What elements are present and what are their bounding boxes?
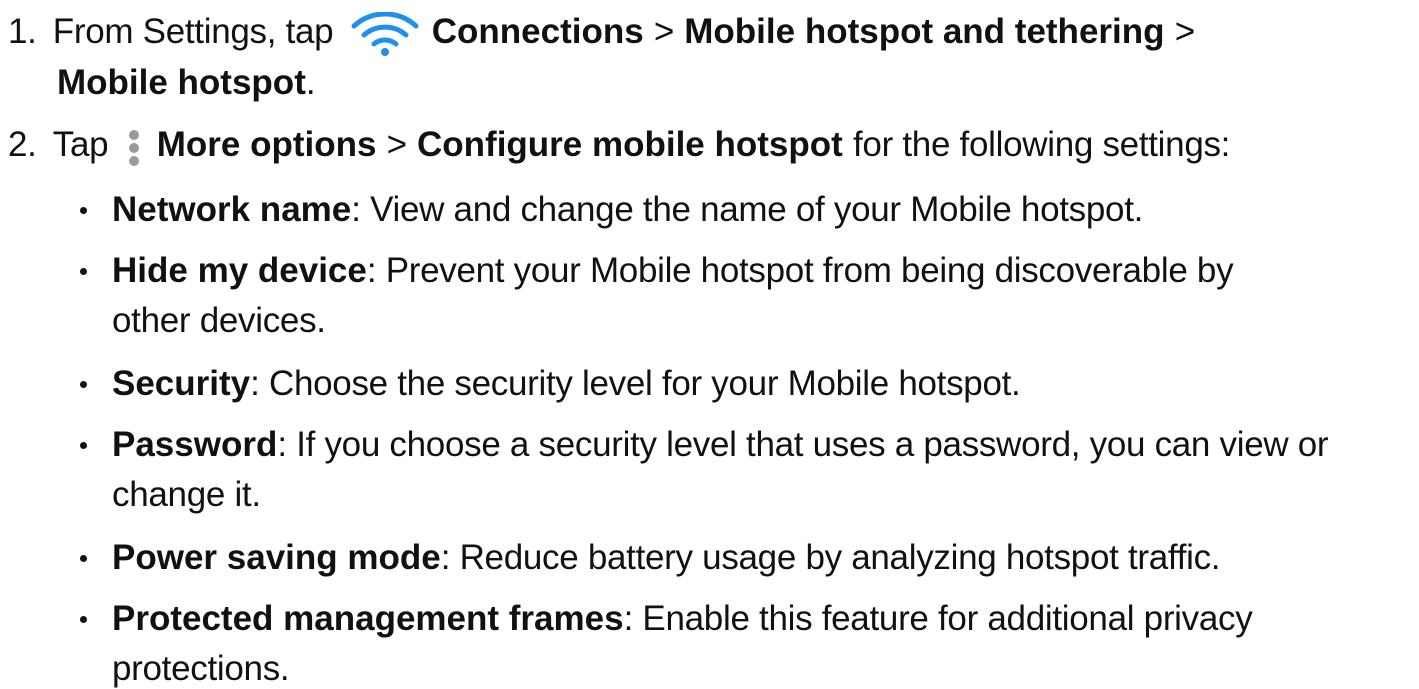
setting-term: Security <box>112 364 251 403</box>
setting-term: Hide my device <box>112 251 367 290</box>
step-2-line-1: 2. Tap More options > Configure mobile h… <box>8 125 1230 167</box>
path-mobile-hotspot: Mobile hotspot <box>57 63 306 102</box>
setting-description: : View and change the name of your Mobil… <box>351 190 1144 229</box>
setting-description: : Reduce battery usage by analyzing hots… <box>440 538 1221 577</box>
setting-description: : Prevent your Mobile hotspot from being… <box>366 251 1234 290</box>
setting-description: : If you choose a security level that us… <box>277 425 1329 464</box>
setting-description-continued: change it. <box>112 475 261 514</box>
list-item-line: Security: Choose the security level for … <box>112 364 1021 404</box>
setting-description: : Enable this feature for additional pri… <box>623 599 1253 638</box>
setting-term: Network name <box>112 190 352 229</box>
path-mobile-hotspot-and-tethering: Mobile hotspot and tethering <box>684 12 1165 51</box>
step-2-prefix: Tap <box>52 125 109 164</box>
setting-description-continued: protections. <box>112 649 290 688</box>
bullet-icon <box>80 442 87 449</box>
step-1-line-1: 1. From Settings, tap Connections > Mobi… <box>8 11 1195 56</box>
list-item-line: Power saving mode: Reduce battery usage … <box>112 538 1221 578</box>
path-separator: > <box>653 12 675 51</box>
list-item-line-continued: protections. <box>112 649 290 689</box>
path-separator: > <box>386 125 407 164</box>
instructions-document: 1. From Settings, tap Connections > Mobi… <box>0 0 1419 688</box>
list-item-line: Network name: View and change the name o… <box>112 190 1143 230</box>
wifi-icon <box>350 11 420 56</box>
path-separator: > <box>1174 12 1195 51</box>
bullet-icon <box>80 207 87 214</box>
path-configure-mobile-hotspot: Configure mobile hotspot <box>417 125 843 164</box>
step-1-suffix: . <box>305 63 316 102</box>
path-more-options: More options <box>156 125 377 164</box>
bullet-icon <box>80 268 87 275</box>
more-options-icon <box>121 126 147 166</box>
step-1-number: 1. <box>8 12 37 51</box>
setting-description-continued: other devices. <box>112 301 326 340</box>
list-item-line-continued: change it. <box>112 475 261 515</box>
list-item-line: Protected management frames: Enable this… <box>112 599 1253 639</box>
list-item-line-continued: other devices. <box>112 301 326 341</box>
bullet-icon <box>80 616 87 623</box>
list-item-line: Hide my device: Prevent your Mobile hots… <box>112 251 1234 291</box>
step-2-suffix: for the following settings: <box>853 125 1231 164</box>
setting-term: Power saving mode <box>112 538 441 577</box>
step-1-prefix: From Settings, tap <box>52 12 334 51</box>
setting-term: Password <box>112 425 278 464</box>
path-connections: Connections <box>431 12 644 51</box>
setting-description: : Choose the security level for your Mob… <box>250 364 1021 403</box>
setting-term: Protected management frames <box>112 599 624 638</box>
step-1-line-2: Mobile hotspot. <box>57 63 316 103</box>
bullet-icon <box>80 381 87 388</box>
bullet-icon <box>80 555 87 562</box>
step-2-number: 2. <box>8 125 37 164</box>
list-item-line: Password: If you choose a security level… <box>112 425 1329 465</box>
